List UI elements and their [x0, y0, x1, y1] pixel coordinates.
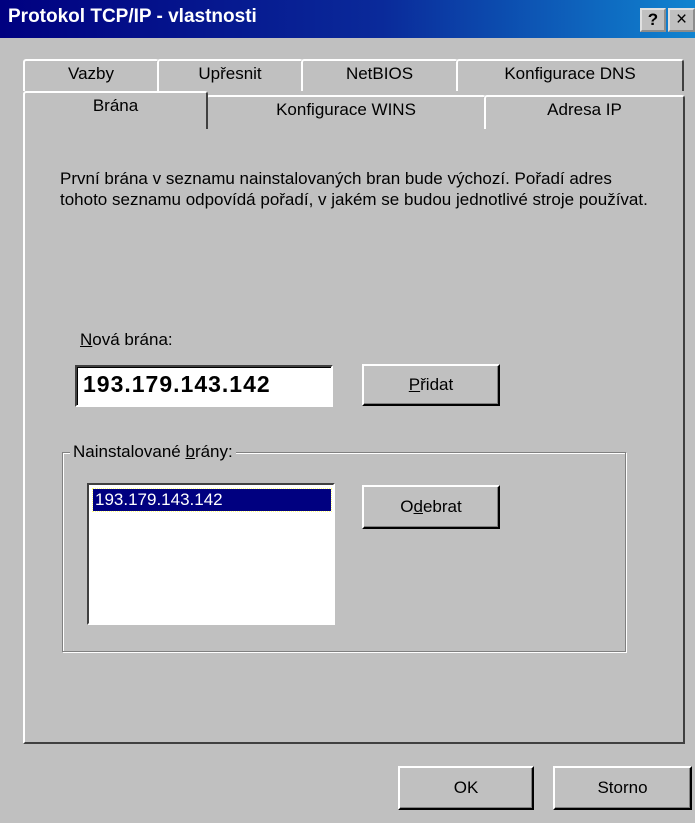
label-text: rány:: [194, 442, 233, 461]
tab-label: Konfigurace WINS: [276, 100, 416, 119]
tab-netbios[interactable]: NetBIOS: [301, 59, 458, 91]
button-text: ebrat: [422, 497, 462, 516]
remove-button[interactable]: Odebrat: [362, 485, 500, 529]
label-text: Nainstalované: [73, 442, 186, 461]
list-item[interactable]: 193.179.143.142: [92, 488, 332, 512]
tab-label: Brána: [92, 96, 139, 115]
tab-vazby[interactable]: Vazby: [23, 59, 159, 91]
button-text: O: [400, 497, 414, 516]
tab-label: Vazby: [68, 64, 114, 83]
installed-gateways-label: Nainstalované brány:: [70, 442, 236, 462]
tab-upresnit[interactable]: Upřesnit: [157, 59, 303, 91]
tab-konfigurace-wins[interactable]: Konfigurace WINS: [206, 95, 486, 129]
help-button[interactable]: ?: [640, 8, 666, 32]
tab-konfigurace-dns[interactable]: Konfigurace DNS: [456, 59, 684, 91]
description-text: První brána v seznamu nainstalovaných br…: [60, 169, 648, 209]
accelerator-key: d: [413, 497, 423, 516]
tab-label: Adresa IP: [547, 100, 622, 119]
tab-label: Konfigurace DNS: [504, 64, 636, 83]
new-gateway-label: Nová brána:: [80, 330, 173, 350]
tab-brana[interactable]: Brána: [23, 91, 208, 129]
add-button[interactable]: Přidat: [362, 364, 500, 406]
tab-label: Upřesnit: [198, 64, 262, 83]
label-text: ová brána:: [92, 330, 173, 349]
window-title: Protokol TCP/IP - vlastnosti: [8, 6, 257, 27]
button-text: řidat: [420, 375, 454, 394]
ok-button[interactable]: OK: [398, 766, 534, 810]
accelerator-key: P: [408, 375, 421, 394]
tab-adresa-ip[interactable]: Adresa IP: [484, 95, 685, 129]
accelerator-key: b: [185, 442, 195, 461]
tab-label: NetBIOS: [345, 64, 414, 83]
installed-gateways-list[interactable]: 193.179.143.142: [87, 483, 335, 625]
new-gateway-input[interactable]: 193.179.143.142: [75, 365, 333, 407]
cancel-button[interactable]: Storno: [553, 766, 692, 810]
close-button[interactable]: ×: [668, 8, 695, 32]
accelerator-key: N: [80, 330, 93, 349]
